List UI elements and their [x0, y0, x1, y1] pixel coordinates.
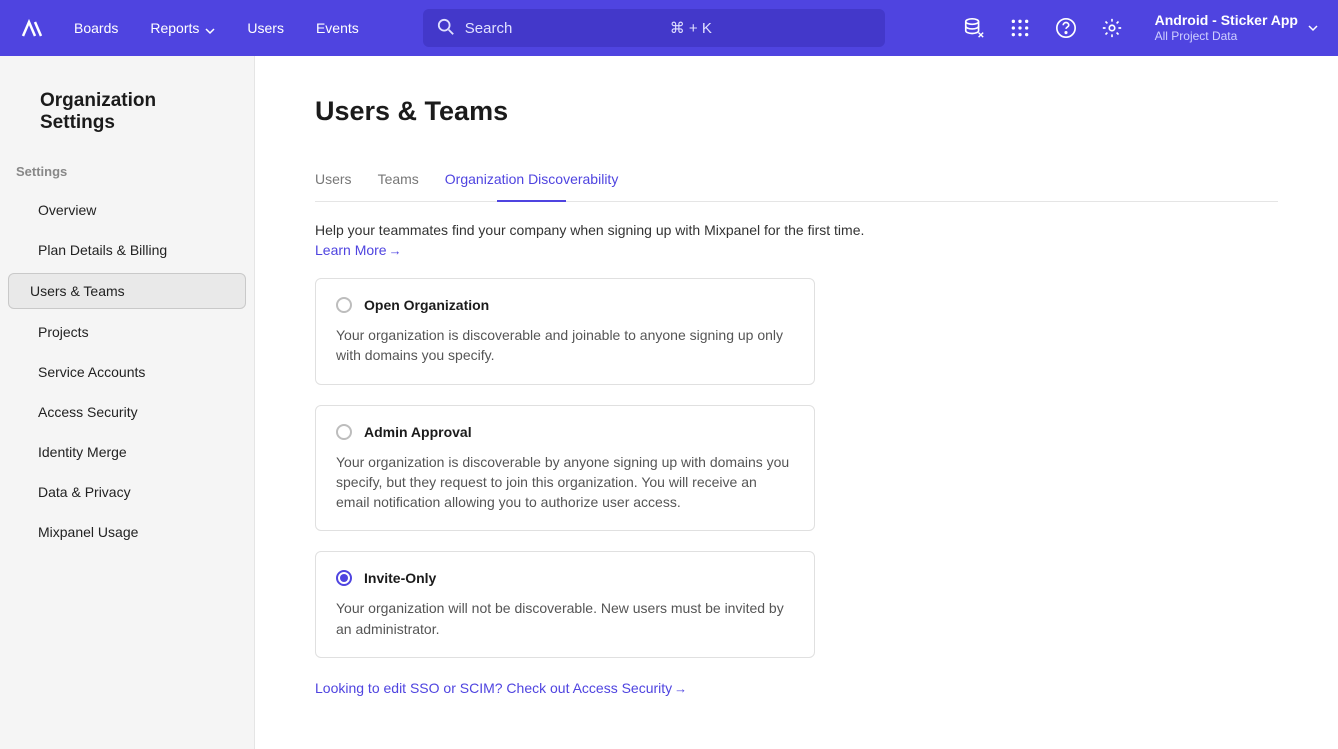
nav-boards[interactable]: Boards [74, 20, 118, 36]
tab-label: Organization Discoverability [445, 171, 619, 187]
help-icon[interactable] [1055, 17, 1077, 39]
top-header: Boards Reports Users Events ⌘ + K [0, 0, 1338, 56]
apps-grid-icon[interactable] [1009, 17, 1031, 39]
sidebar-item-label: Users & Teams [30, 283, 125, 299]
sidebar-item-mixpanel-usage[interactable]: Mixpanel Usage [8, 515, 246, 549]
option-description: Your organization is discoverable by any… [336, 452, 794, 513]
help-text: Help your teammates find your company wh… [315, 222, 1278, 238]
tab-label: Users [315, 171, 352, 187]
nav-reports[interactable]: Reports [150, 20, 215, 36]
nav-label: Boards [74, 20, 118, 36]
option-head: Admin Approval [336, 424, 794, 440]
sidebar: Organization Settings Settings Overview P… [0, 56, 255, 749]
access-security-link[interactable]: Looking to edit SSO or SCIM? Check out A… [315, 680, 687, 696]
footer-link-label: Looking to edit SSO or SCIM? Check out A… [315, 680, 672, 696]
tab-teams[interactable]: Teams [378, 163, 419, 201]
tab-users[interactable]: Users [315, 163, 352, 201]
sidebar-item-label: Overview [38, 202, 96, 218]
chevron-down-icon [205, 23, 215, 33]
sidebar-item-data-privacy[interactable]: Data & Privacy [8, 475, 246, 509]
sidebar-item-label: Identity Merge [38, 444, 127, 460]
tab-organization-discoverability[interactable]: Organization Discoverability [445, 163, 619, 201]
gear-icon[interactable] [1101, 17, 1123, 39]
header-icons: Android - Sticker App All Project Data [963, 12, 1318, 43]
sidebar-item-label: Plan Details & Billing [38, 242, 167, 258]
nav-label: Events [316, 20, 359, 36]
option-description: Your organization will not be discoverab… [336, 598, 794, 639]
sidebar-item-overview[interactable]: Overview [8, 193, 246, 227]
learn-more-link[interactable]: Learn More → [315, 242, 402, 258]
nav-users[interactable]: Users [247, 20, 284, 36]
main-content: Users & Teams Users Teams Organization Dis… [255, 56, 1338, 749]
nav-label: Reports [150, 20, 199, 36]
learn-more-label: Learn More [315, 242, 387, 258]
option-open-organization[interactable]: Open Organization Your organization is di… [315, 278, 815, 385]
arrow-right-icon: → [389, 243, 402, 258]
option-invite-only[interactable]: Invite-Only Your organization will not be… [315, 551, 815, 658]
sidebar-item-users-teams[interactable]: Users & Teams [8, 273, 246, 309]
search-bar[interactable]: ⌘ + K [423, 9, 885, 47]
option-head: Invite-Only [336, 570, 794, 586]
logo-icon[interactable] [20, 16, 44, 40]
option-title: Invite-Only [364, 570, 436, 586]
database-icon[interactable] [963, 17, 985, 39]
option-title: Open Organization [364, 297, 489, 313]
sidebar-item-projects[interactable]: Projects [8, 315, 246, 349]
search-icon [437, 18, 455, 39]
sidebar-list: Overview Plan Details & Billing Users & Te… [0, 193, 254, 555]
nav-label: Users [247, 20, 284, 36]
project-sub: All Project Data [1155, 29, 1298, 43]
radio-button[interactable] [336, 424, 352, 440]
sidebar-item-service-accounts[interactable]: Service Accounts [8, 355, 246, 389]
sidebar-item-label: Data & Privacy [38, 484, 131, 500]
sidebar-section-label: Settings [0, 164, 254, 179]
project-switcher[interactable]: Android - Sticker App All Project Data [1155, 12, 1318, 43]
option-title: Admin Approval [364, 424, 472, 440]
sidebar-item-access-security[interactable]: Access Security [8, 395, 246, 429]
sidebar-item-label: Service Accounts [38, 364, 145, 380]
search-shortcut: ⌘ + K [670, 19, 712, 37]
option-admin-approval[interactable]: Admin Approval Your organization is disco… [315, 405, 815, 532]
sidebar-item-label: Access Security [38, 404, 138, 420]
sidebar-title: Organization Settings [0, 90, 254, 134]
nav-links: Boards Reports Users Events [74, 20, 359, 36]
radio-button[interactable] [336, 570, 352, 586]
radio-button[interactable] [336, 297, 352, 313]
arrow-right-icon: → [674, 681, 687, 696]
discoverability-options: Open Organization Your organization is di… [315, 278, 815, 658]
project-name: Android - Sticker App [1155, 12, 1298, 29]
sidebar-item-label: Mixpanel Usage [38, 524, 138, 540]
sidebar-item-plan-details-billing[interactable]: Plan Details & Billing [8, 233, 246, 267]
search-input[interactable] [465, 20, 664, 37]
sidebar-item-identity-merge[interactable]: Identity Merge [8, 435, 246, 469]
sidebar-item-label: Projects [38, 324, 89, 340]
option-description: Your organization is discoverable and jo… [336, 325, 794, 366]
tab-label: Teams [378, 171, 419, 187]
nav-events[interactable]: Events [316, 20, 359, 36]
chevron-down-icon [1308, 20, 1318, 36]
page-title: Users & Teams [315, 96, 1278, 127]
tabs: Users Teams Organization Discoverability [315, 163, 1278, 202]
option-head: Open Organization [336, 297, 794, 313]
